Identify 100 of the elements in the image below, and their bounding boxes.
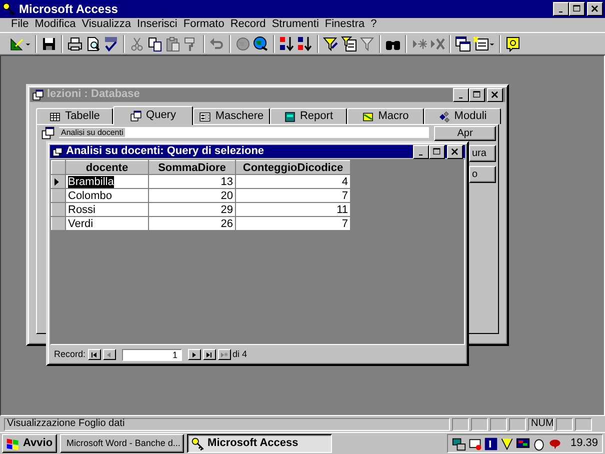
maximize-icon [472, 90, 482, 100]
tab[interactable]: Report [270, 108, 347, 124]
table-cell: 29 [220, 204, 233, 216]
maximize-button[interactable] [469, 88, 485, 102]
button[interactable]: Apr [434, 126, 496, 141]
minimize-button[interactable] [413, 144, 429, 158]
next-record-icon [190, 350, 198, 358]
close-button[interactable] [487, 88, 503, 102]
printer-icon[interactable] [67, 36, 83, 52]
table-cell: Colombo [68, 190, 112, 202]
menu-item[interactable]: Record [227, 18, 269, 32]
minimize-icon [558, 11, 564, 13]
table-cell: Brambilla [68, 176, 114, 188]
macro-icon [362, 110, 374, 122]
maximize-button[interactable] [569, 2, 585, 16]
window-title: lezioni : Database [47, 88, 140, 102]
mouse-icon[interactable] [532, 436, 546, 450]
status-indicator: NUM [528, 418, 554, 430]
language-icon[interactable] [484, 436, 498, 450]
save-icon[interactable] [41, 36, 57, 52]
menu-item[interactable]: Visualizza [78, 18, 134, 32]
menu-item[interactable]: Finestra [322, 18, 368, 32]
record-label: Record: [54, 349, 86, 360]
column-header[interactable]: docente [66, 160, 148, 174]
module-icon [438, 110, 450, 122]
query-icon[interactable] [41, 126, 55, 140]
menu-item[interactable]: Modifica [32, 18, 79, 32]
sort-ascending-icon[interactable] [279, 36, 295, 52]
close-button[interactable] [587, 2, 603, 16]
minimize-button[interactable] [553, 2, 569, 16]
minimize-icon [418, 154, 424, 156]
close-button[interactable] [447, 144, 463, 158]
table-cell: 11 [336, 204, 348, 216]
new-object-icon[interactable] [473, 36, 489, 52]
maximize-icon [572, 4, 582, 14]
close-icon [590, 4, 600, 14]
menu-item[interactable]: Inserisci [134, 18, 180, 32]
menu-item[interactable]: File [8, 18, 32, 32]
taskbar-button[interactable]: Microsoft Access [186, 434, 332, 453]
column-header[interactable]: ConteggioDicodice [236, 160, 350, 174]
form-icon [199, 110, 212, 122]
table-cell: 13 [220, 176, 233, 188]
windows-icon[interactable] [455, 36, 471, 52]
copy-icon[interactable] [147, 36, 163, 52]
key-icon [2, 2, 16, 16]
database-window-icon [32, 89, 44, 101]
record-number-field[interactable]: 1 [122, 348, 182, 360]
chat-icon[interactable] [548, 436, 562, 450]
tab[interactable]: Maschere [193, 108, 270, 124]
record-selector[interactable] [52, 174, 66, 188]
last-record-icon [205, 350, 214, 358]
start-button[interactable]: Avvio [2, 434, 57, 453]
button[interactable]: ura [469, 145, 496, 162]
menu-item[interactable]: Formato [180, 18, 228, 32]
scheduler-icon[interactable] [500, 436, 514, 450]
taskbar-button[interactable]: Microsoft Word - Banche d... [60, 434, 184, 453]
first-record-icon [90, 350, 98, 358]
tab[interactable]: Moduli [424, 108, 501, 124]
list-item[interactable]: Analisi su docenti [59, 128, 126, 137]
globe-link-icon[interactable] [253, 36, 269, 52]
menu-item[interactable]: Strumenti [268, 18, 322, 32]
minimize-icon [458, 97, 464, 99]
table-cell: 4 [342, 176, 348, 188]
button[interactable]: o [469, 166, 496, 183]
menu-item[interactable]: ? [368, 18, 380, 32]
record-count: di 4 [232, 349, 248, 360]
spelling-check-icon[interactable] [103, 36, 119, 52]
maximize-icon [432, 146, 442, 156]
first-record-button[interactable] [88, 349, 101, 360]
table-cell: Verdi [68, 218, 94, 230]
filter-icon[interactable] [323, 36, 339, 52]
key-icon [190, 436, 205, 450]
help-icon[interactable] [505, 36, 521, 52]
table-cell: 26 [220, 218, 233, 230]
window-title: Analisi su docenti: Query di selezione [66, 144, 264, 158]
table-cell: Rossi [68, 204, 96, 216]
tab[interactable]: Query [113, 106, 193, 125]
tab[interactable]: Macro [347, 108, 424, 124]
column-header[interactable]: SommaDiore [148, 160, 236, 174]
previous-record-icon [105, 350, 114, 358]
new-record-icon [220, 350, 228, 358]
close-icon [450, 146, 460, 156]
table-cell: 20 [220, 190, 233, 202]
design-icon[interactable] [9, 36, 25, 52]
minimize-button[interactable] [453, 88, 469, 102]
network-icon[interactable] [452, 436, 466, 450]
tab[interactable]: Tabelle [36, 108, 113, 124]
next-record-button[interactable] [188, 349, 201, 360]
table-icon [49, 110, 62, 122]
print-preview-icon[interactable] [85, 36, 101, 52]
maximize-button[interactable] [429, 144, 445, 158]
query-icon [130, 110, 142, 122]
sort-descending-icon[interactable] [297, 36, 313, 52]
app-title: Microsoft Access [19, 2, 118, 16]
display-icon[interactable] [516, 436, 530, 450]
clock: 19.39 [570, 436, 598, 450]
report-icon [284, 110, 296, 122]
filter-form-icon[interactable] [341, 36, 357, 52]
printer-icon[interactable] [468, 436, 482, 450]
last-record-button[interactable] [202, 349, 216, 360]
